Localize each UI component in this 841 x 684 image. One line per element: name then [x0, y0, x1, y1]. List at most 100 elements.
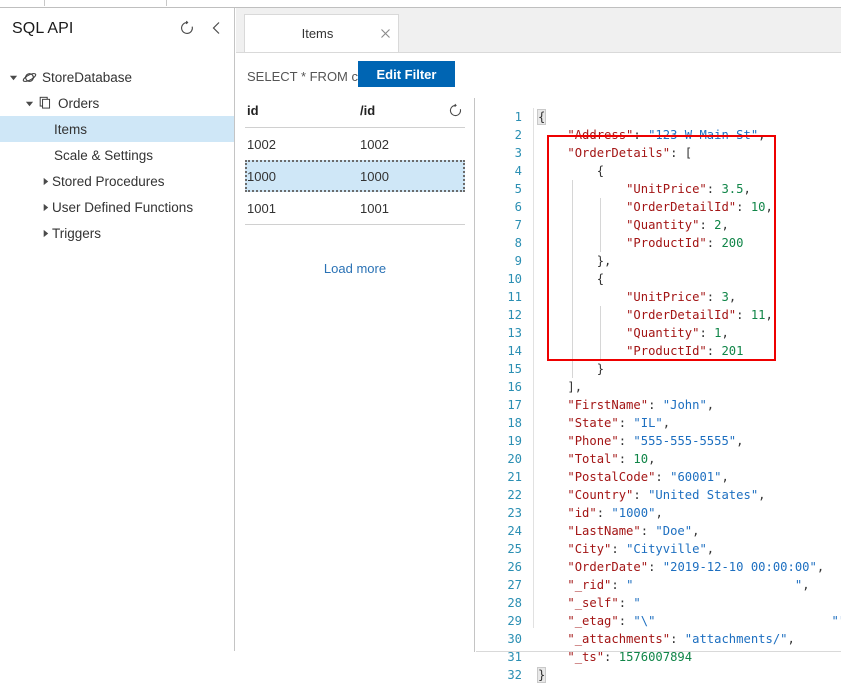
close-icon[interactable]	[372, 29, 398, 38]
refresh-icon[interactable]	[178, 19, 196, 37]
code-token: :	[618, 434, 634, 448]
line-number: 23	[507, 506, 522, 520]
code-line: "Address": "123 W Main St",	[538, 126, 841, 144]
tree-item-label: User Defined Functions	[52, 199, 194, 215]
line-number: 30	[507, 632, 522, 646]
code-token: ,	[765, 200, 773, 214]
code-line: {	[538, 162, 841, 180]
code-token: "id"	[567, 506, 597, 520]
code-token: :	[596, 506, 612, 520]
tree-item-label: StoreDatabase	[42, 69, 133, 85]
cell-id: 1000	[247, 168, 276, 184]
code-line: "Phone": "555-555-5555",	[538, 432, 841, 450]
code-token: "Phone"	[567, 434, 619, 448]
chevron-left-icon[interactable]	[208, 19, 226, 37]
code-line: },	[538, 252, 841, 270]
chevron-down-icon[interactable]	[22, 96, 36, 110]
code-token: 10	[633, 452, 649, 466]
code-token: "State"	[567, 416, 619, 430]
code-token: "123 W Main St"	[648, 128, 759, 142]
cosmos-database-icon	[20, 70, 38, 85]
table-row[interactable]: 1000 1000	[245, 160, 465, 192]
indent-guide	[600, 306, 601, 360]
tree-item-label: Orders	[58, 95, 100, 111]
line-number: 12	[507, 308, 522, 322]
code-line: "_attachments": "attachments/",	[538, 630, 841, 648]
code-token: "Address"	[567, 128, 634, 142]
code-token: :	[611, 578, 627, 592]
json-code[interactable]: { "Address": "123 W Main St", "OrderDeta…	[536, 108, 841, 683]
code-line: ],	[538, 378, 841, 396]
code-token: "_rid"	[567, 578, 612, 592]
code-token: :	[618, 452, 634, 466]
chevron-right-icon[interactable]	[38, 226, 52, 240]
tree-item-orders[interactable]: Orders	[0, 90, 234, 116]
code-token: ,	[721, 218, 729, 232]
load-more-link[interactable]: Load more	[236, 261, 474, 276]
code-line: "_rid": " ",	[538, 576, 841, 594]
cell-partition-key: 1002	[360, 136, 389, 152]
code-token: 1576007894	[618, 650, 693, 664]
resource-tree: StoreDatabase Orders Items Scale & Settings…	[0, 64, 234, 246]
code-token: "OrderDate"	[567, 560, 649, 574]
matching-brace: {	[536, 109, 547, 125]
chevron-right-icon[interactable]	[38, 174, 52, 188]
main-content: Items SELECT * FROM c Edit Filter id /id	[236, 8, 841, 683]
code-token: :	[706, 182, 722, 196]
code-token: " "	[626, 578, 803, 592]
code-line: }	[538, 360, 841, 378]
query-bar: SELECT * FROM c Edit Filter	[236, 53, 841, 98]
code-token: "UnitPrice"	[626, 290, 707, 304]
tree-item-stored-procedures[interactable]: Stored Procedures	[0, 168, 234, 194]
code-token: ,	[758, 488, 766, 502]
code-token: ,	[802, 578, 810, 592]
code-token: ,	[736, 434, 744, 448]
code-token: :	[706, 290, 722, 304]
sidebar-title: SQL API	[12, 20, 74, 37]
tree-item-user-defined-functions[interactable]: User Defined Functions	[0, 194, 234, 220]
content-panes: id /id 1002 1002 1000 1000 1001 1001 Load mor…	[236, 98, 841, 683]
code-token: "FirstName"	[567, 398, 649, 412]
tab-items[interactable]: Items	[244, 14, 399, 52]
code-token: :	[648, 398, 663, 412]
tree-item-triggers[interactable]: Triggers	[0, 220, 234, 246]
code-token: :	[655, 470, 671, 484]
code-token: "60001"	[670, 470, 722, 484]
code-token: "LastName"	[567, 524, 641, 538]
line-number: 26	[507, 560, 522, 574]
json-editor[interactable]: 1 2 3 4 5 6 7 8 9 10 11 12 13 14 15 16 17 18 19 20 21 22 23 24 2…	[476, 108, 841, 683]
cell-partition-key: 1001	[360, 200, 389, 216]
line-number: 3	[514, 146, 522, 160]
edit-filter-button[interactable]: Edit Filter	[358, 61, 455, 87]
code-line: "PostalCode": "60001",	[538, 468, 841, 486]
line-number: 32	[507, 668, 522, 682]
chevron-down-icon[interactable]	[6, 70, 20, 84]
json-editor-pane[interactable]: 1 2 3 4 5 6 7 8 9 10 11 12 13 14 15 16 17 18 19 20 21 22 23 24 2…	[476, 98, 841, 683]
code-token: :	[706, 236, 722, 250]
sidebar: SQL API StoreDatabase Orders Items Scale & …	[0, 8, 235, 651]
chevron-right-icon[interactable]	[38, 200, 52, 214]
code-token: ,	[765, 308, 773, 322]
line-number: 10	[507, 272, 522, 286]
line-number: 27	[507, 578, 522, 592]
code-token: ,	[706, 542, 715, 556]
tree-item-scale-settings[interactable]: Scale & Settings	[0, 142, 234, 168]
tree-item-storedatabase[interactable]: StoreDatabase	[0, 64, 234, 90]
refresh-icon[interactable]	[448, 103, 463, 121]
code-line: "UnitPrice": 3.5,	[538, 180, 841, 198]
code-line: "_self": "	[538, 594, 841, 612]
tree-item-items[interactable]: Items	[0, 116, 234, 142]
table-row[interactable]: 1001 1001	[245, 192, 465, 224]
code-token: "PostalCode"	[567, 470, 656, 484]
code-line: {	[536, 108, 841, 126]
tab-bar: Items	[236, 8, 841, 53]
item-list-header: id /id	[245, 98, 465, 128]
cell-id: 1002	[247, 136, 276, 152]
line-number: 6	[514, 200, 522, 214]
code-token: ,	[706, 398, 715, 412]
code-line: "Quantity": 1,	[538, 324, 841, 342]
table-row[interactable]: 1002 1002	[245, 128, 465, 160]
line-number: 21	[507, 470, 522, 484]
gutter-separator	[533, 108, 534, 628]
code-token: :	[633, 128, 649, 142]
